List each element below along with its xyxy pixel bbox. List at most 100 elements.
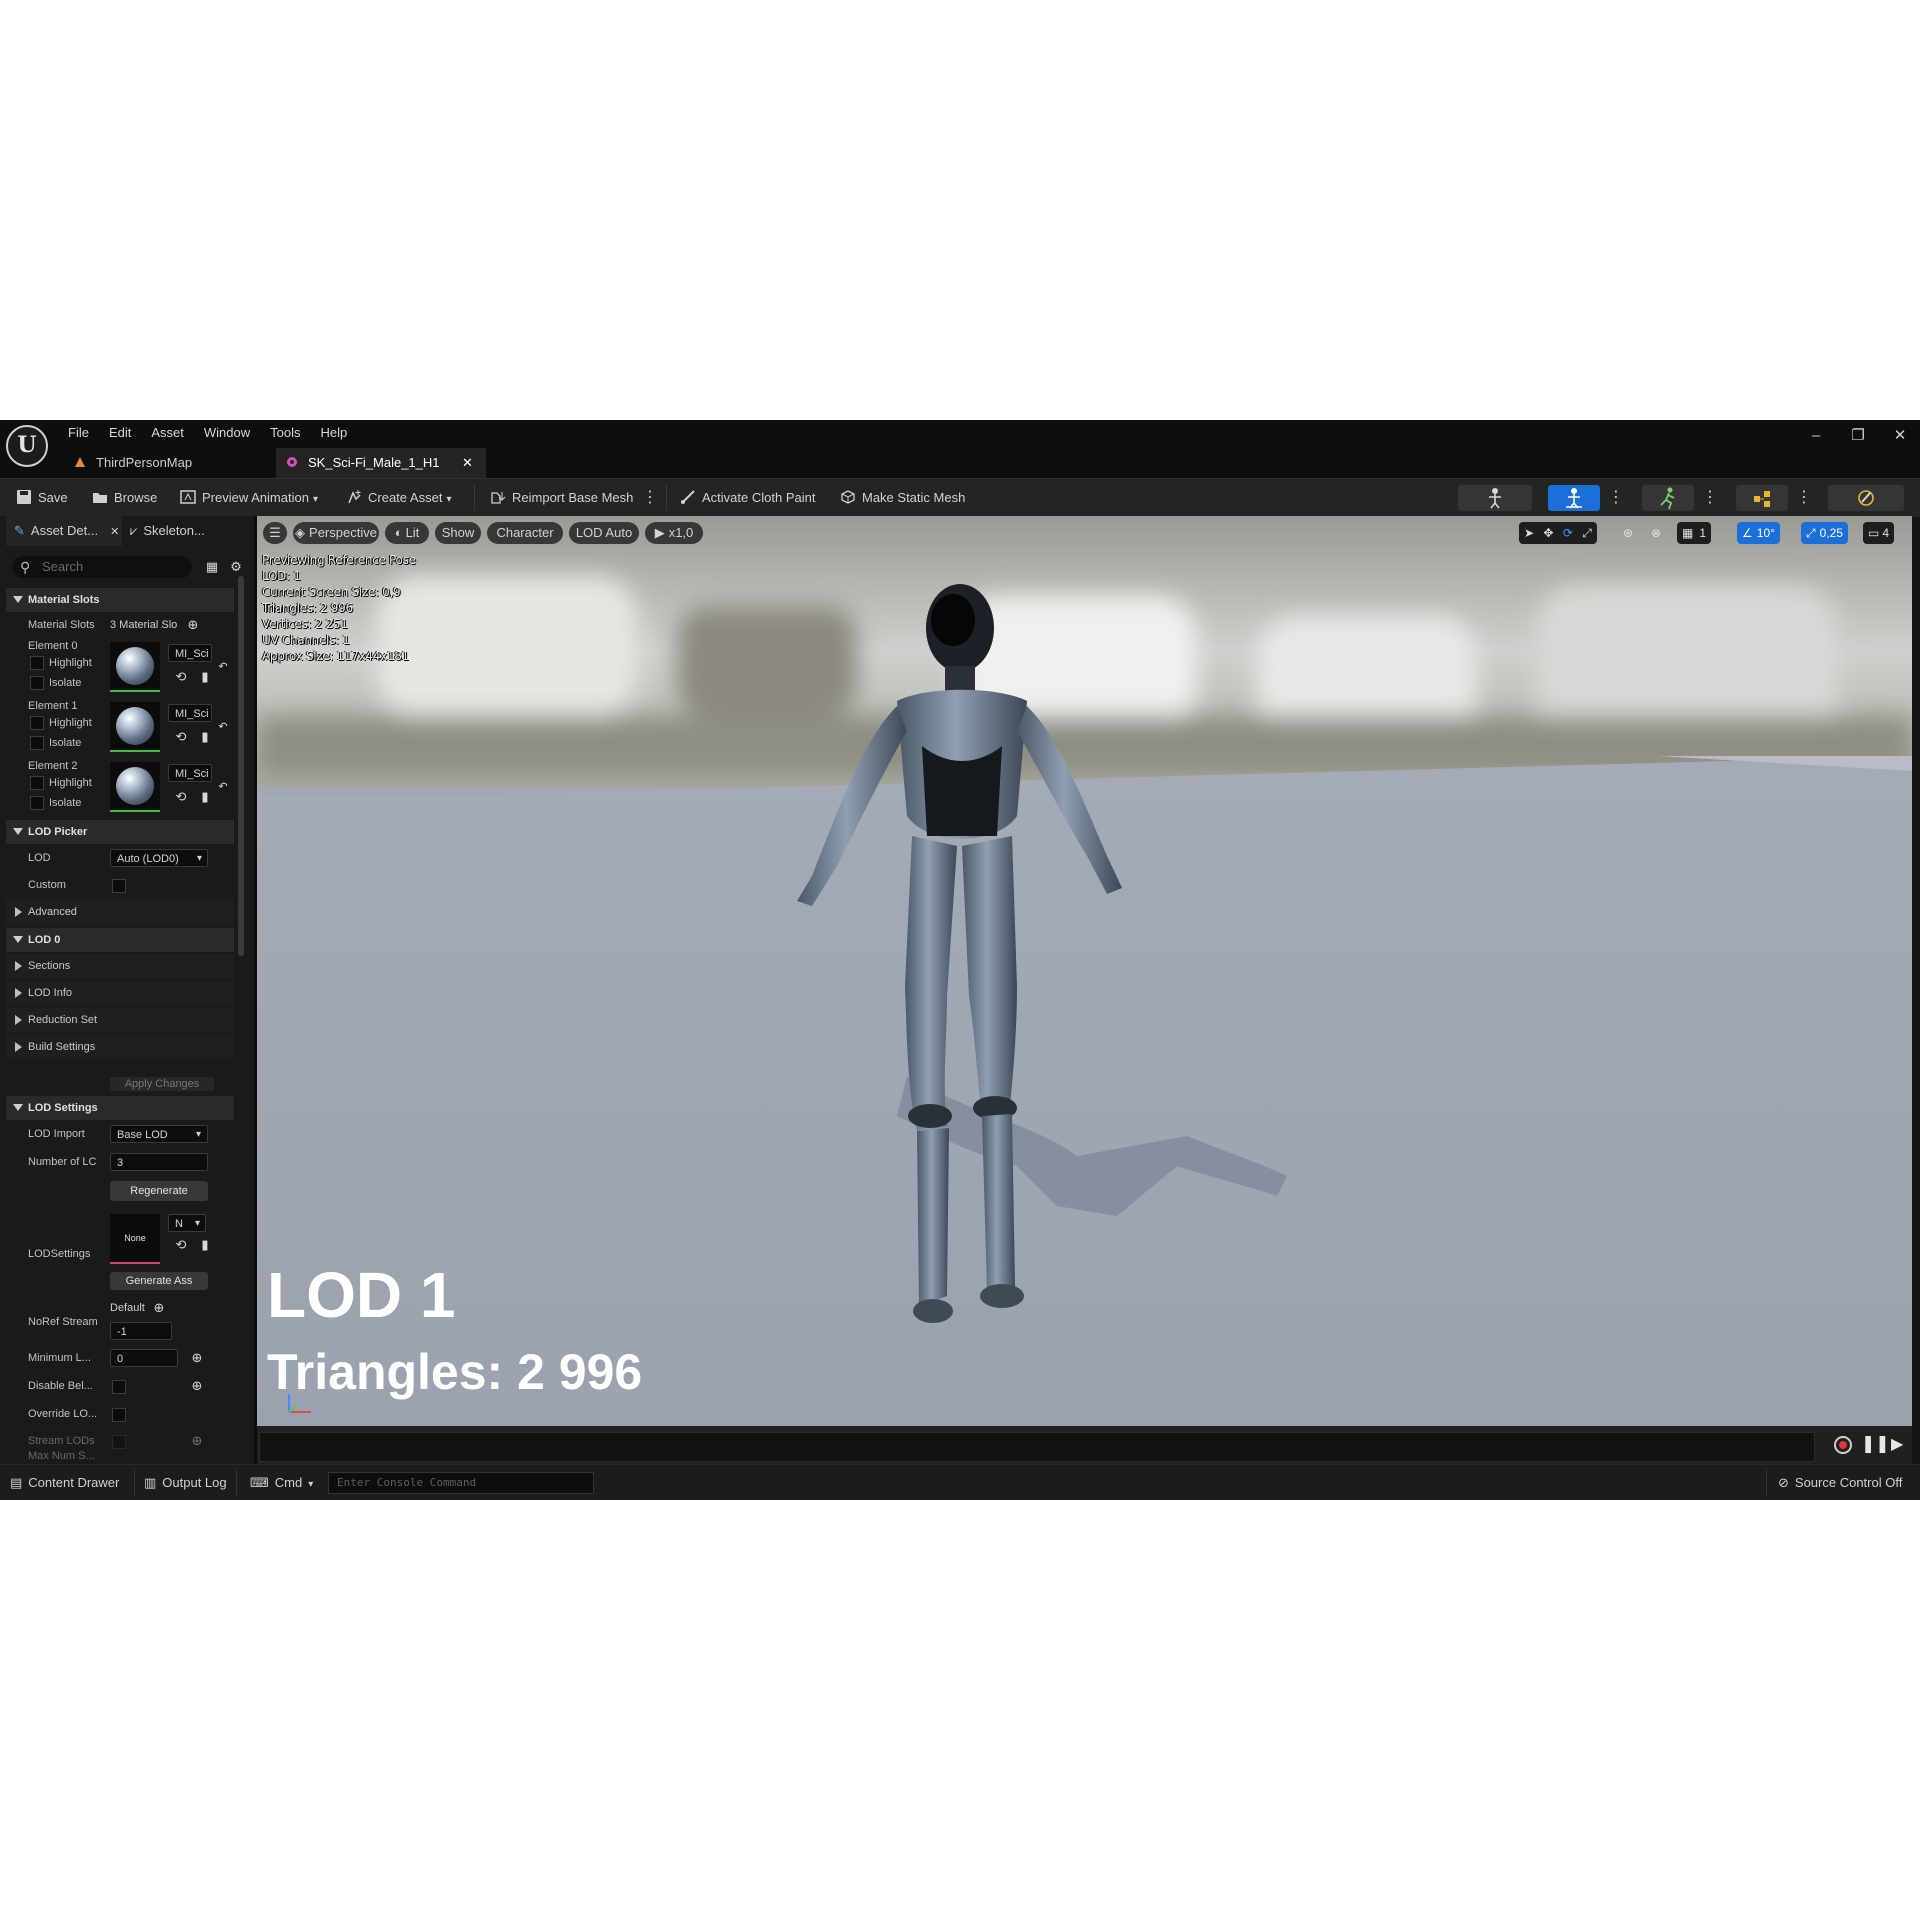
lod-settings-section[interactable]: LOD Settings [6, 1096, 234, 1120]
lod-settings-thumbnail[interactable]: None [110, 1214, 160, 1264]
lit-button[interactable]: ◐ Lit [385, 522, 429, 544]
mesh-mode-button[interactable] [1548, 485, 1600, 511]
search-input[interactable]: ⚲ Search [12, 556, 192, 578]
material-thumbnail[interactable] [110, 702, 160, 752]
menu-asset[interactable]: Asset [141, 422, 194, 444]
browse-button[interactable]: Browse [92, 488, 157, 508]
play-forward-icon[interactable]: ▶ [1891, 1434, 1903, 1454]
close-window-icon[interactable]: ✕ [1880, 424, 1920, 448]
select-icon[interactable]: ➤ [1524, 526, 1534, 540]
tab-skeleton-tree[interactable]: ⩗ Skeleton... [130, 516, 230, 546]
override-lod-checkbox[interactable] [112, 1408, 126, 1422]
mesh-mode-options-icon[interactable]: ⋮ [1608, 487, 1624, 509]
reset-arrow-icon[interactable]: ↶ [216, 660, 230, 674]
camera-speed-button[interactable]: ▭ 4 [1863, 522, 1895, 544]
isolate-checkbox[interactable] [30, 676, 44, 690]
material-picker[interactable]: MI_Sci [168, 704, 212, 722]
isolate-checkbox[interactable] [30, 796, 44, 810]
panel-scrollbar[interactable] [238, 576, 244, 956]
animation-mode-button[interactable] [1642, 485, 1694, 511]
material-picker[interactable]: MI_Sci [168, 764, 212, 782]
save-button[interactable]: Save [16, 488, 68, 508]
make-static-mesh-button[interactable]: Make Static Mesh [840, 488, 965, 508]
number-of-lods-input[interactable]: 3 [110, 1153, 208, 1171]
stream-lods-checkbox[interactable] [112, 1435, 126, 1449]
lod-dropdown[interactable]: Auto (LOD0) ▾ [110, 849, 208, 867]
surface-snap-icon[interactable]: ⊗ [1651, 522, 1661, 544]
lod-picker-section[interactable]: LOD Picker [6, 820, 234, 844]
tab-third-person-map[interactable]: ThirdPersonMap [60, 448, 270, 478]
regenerate-button[interactable]: Regenerate [110, 1181, 208, 1201]
close-tab-icon[interactable]: ✕ [110, 526, 119, 538]
skeleton-mode-button[interactable] [1458, 485, 1532, 511]
reimport-options-icon[interactable]: ⋮ [642, 487, 658, 509]
highlight-checkbox[interactable] [30, 656, 44, 670]
material-slots-section[interactable]: Material Slots [6, 588, 234, 612]
lod-auto-button[interactable]: LOD Auto [569, 522, 639, 544]
show-button[interactable]: Show [435, 522, 481, 544]
scale-snap-button[interactable]: ⤢ 0,25 [1801, 522, 1848, 544]
viewport-menu-icon[interactable]: ☰ [263, 522, 287, 544]
physics-mode-button[interactable] [1828, 485, 1904, 511]
add-override-icon[interactable]: ⊕ [190, 1351, 204, 1365]
highlight-checkbox[interactable] [30, 716, 44, 730]
material-thumbnail[interactable] [110, 762, 160, 812]
scale-icon[interactable]: ⤢ [1582, 526, 1592, 540]
console-command-input[interactable]: Enter Console Command [328, 1472, 594, 1494]
lod0-section[interactable]: LOD 0 [6, 928, 234, 952]
source-control-button[interactable]: ⊘ Source Control Off [1778, 1474, 1902, 1492]
blueprint-mode-button[interactable] [1736, 485, 1788, 511]
timeline-track[interactable] [259, 1432, 1815, 1462]
minimum-lod-input[interactable]: 0 [110, 1349, 178, 1367]
lod-import-dropdown[interactable]: Base LOD ▾ [110, 1125, 208, 1143]
highlight-checkbox[interactable] [30, 776, 44, 790]
minimize-icon[interactable]: – [1796, 424, 1836, 448]
reset-arrow-icon[interactable]: ↶ [216, 720, 230, 734]
menu-help[interactable]: Help [310, 422, 357, 444]
rotate-icon[interactable]: ⟳ [1563, 526, 1573, 540]
record-button[interactable] [1834, 1436, 1852, 1454]
use-selected-icon[interactable]: ⟲ [174, 730, 188, 744]
noref-streaming-input[interactable]: -1 [110, 1322, 172, 1340]
menu-tools[interactable]: Tools [260, 422, 310, 444]
rotation-snap-button[interactable]: ∠ 10° [1737, 522, 1780, 544]
use-selected-icon[interactable]: ⟲ [174, 1238, 188, 1252]
menu-window[interactable]: Window [194, 422, 260, 444]
close-tab-icon[interactable]: ✕ [462, 448, 473, 478]
material-picker[interactable]: MI_Sci [168, 644, 212, 662]
reduction-settings-row[interactable]: Reduction Set [6, 1008, 234, 1032]
disable-below-min-checkbox[interactable] [112, 1380, 126, 1394]
unreal-logo-icon[interactable]: U [6, 425, 48, 467]
lod-settings-picker[interactable]: N ▾ [168, 1214, 206, 1232]
create-asset-button[interactable]: Create Asset ▾ [346, 488, 451, 508]
output-log-button[interactable]: ▥ Output Log [144, 1474, 227, 1492]
apply-changes-button[interactable]: Apply Changes [110, 1077, 214, 1091]
tab-skeletal-mesh[interactable]: SK_Sci-Fi_Male_1_H1 ✕ [276, 448, 486, 478]
grid-snap-button[interactable]: ▦ 1 [1677, 522, 1712, 544]
browse-asset-icon[interactable]: ▮ [198, 790, 212, 804]
lod-info-row[interactable]: LOD Info [6, 981, 234, 1005]
use-selected-icon[interactable]: ⟲ [174, 790, 188, 804]
activate-cloth-paint-button[interactable]: Activate Cloth Paint [680, 488, 815, 508]
isolate-checkbox[interactable] [30, 736, 44, 750]
preview-animation-button[interactable]: Preview Animation ▾ [180, 488, 318, 508]
viewport[interactable]: ☰ ◈ Perspective ◐ Lit Show Character LOD A… [257, 516, 1912, 1426]
playback-speed-button[interactable]: ▶ x1,0 [645, 522, 703, 544]
restore-icon[interactable]: ❐ [1838, 424, 1878, 448]
add-override-icon[interactable]: ⊕ [152, 1301, 166, 1315]
browse-asset-icon[interactable]: ▮ [198, 670, 212, 684]
animation-mode-options-icon[interactable]: ⋮ [1702, 487, 1718, 509]
generate-asset-button[interactable]: Generate Ass [110, 1272, 208, 1290]
menu-edit[interactable]: Edit [99, 422, 141, 444]
translate-icon[interactable]: ✥ [1543, 526, 1553, 540]
menu-file[interactable]: File [58, 422, 99, 444]
browse-asset-icon[interactable]: ▮ [198, 1238, 212, 1252]
sections-row[interactable]: Sections [6, 954, 234, 978]
content-drawer-button[interactable]: ▤ Content Drawer [10, 1474, 119, 1492]
perspective-button[interactable]: ◈ Perspective [293, 522, 379, 544]
blueprint-mode-options-icon[interactable]: ⋮ [1796, 487, 1812, 509]
add-override-icon[interactable]: ⊕ [190, 1379, 204, 1393]
custom-checkbox[interactable] [112, 879, 126, 893]
tab-asset-details[interactable]: ✎ Asset Det... ✕ [6, 516, 122, 546]
character-button[interactable]: Character [487, 522, 563, 544]
